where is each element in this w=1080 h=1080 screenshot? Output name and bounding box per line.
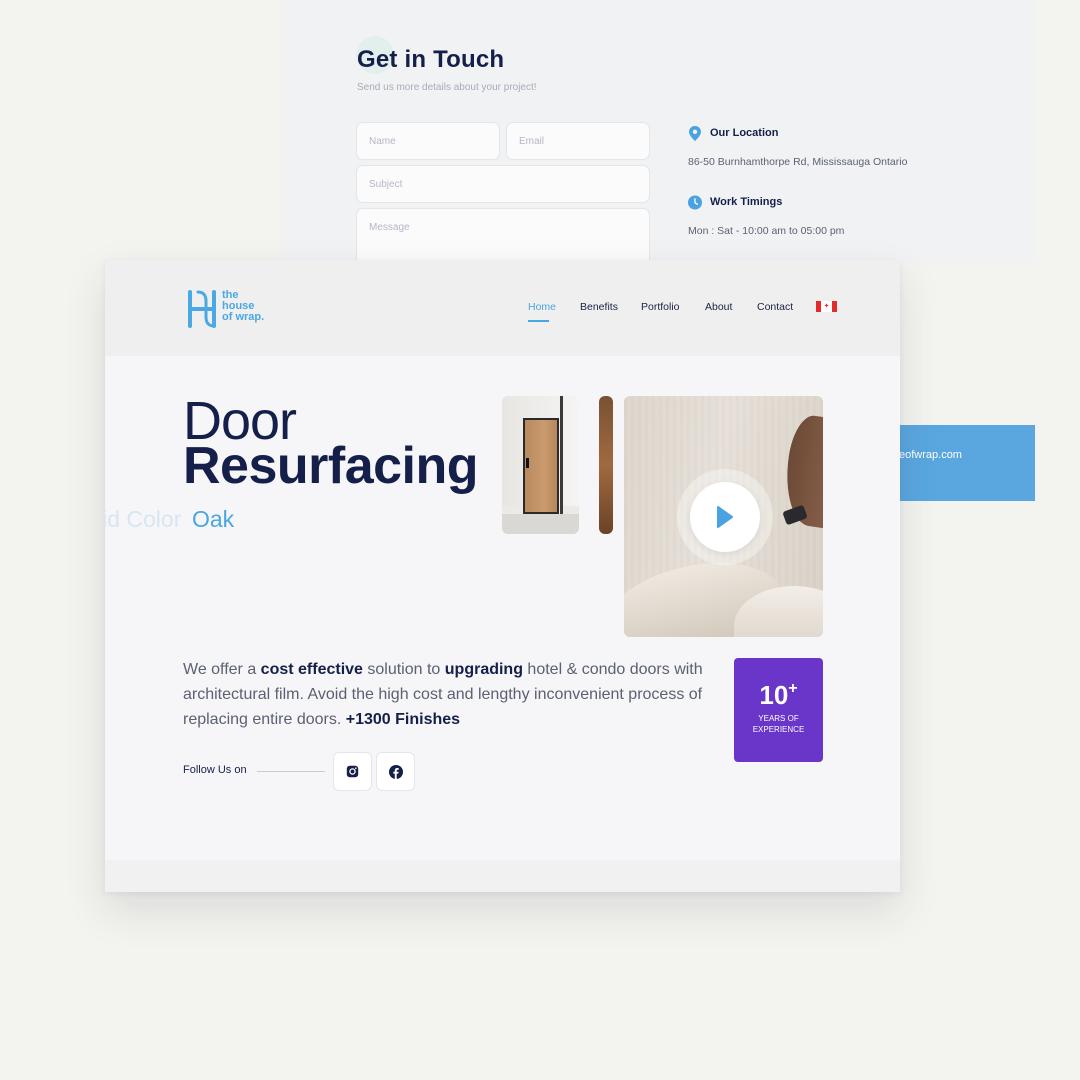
- logo-line-3: of wrap.: [222, 311, 265, 323]
- section-divider-band: [105, 860, 900, 892]
- play-button[interactable]: [677, 469, 773, 565]
- instagram-icon: [346, 765, 359, 778]
- description-highlight: cost effective: [260, 661, 363, 678]
- email-field[interactable]: Email: [506, 122, 650, 160]
- nav-contact[interactable]: Contact: [757, 301, 793, 313]
- follow-label: Follow Us on: [183, 764, 247, 776]
- website-hero-card: the house of wrap. Home Benefits Portfol…: [105, 260, 900, 892]
- rotating-word-active: Oak: [192, 506, 235, 532]
- nav-about[interactable]: About: [705, 301, 732, 313]
- location-address: 86-50 Burnhamthorpe Rd, Mississauga Onta…: [688, 156, 908, 168]
- hero-title-bold: Resurfacing: [183, 437, 479, 495]
- nav-benefits[interactable]: Benefits: [580, 301, 618, 313]
- contact-subtitle: Send us more details about your project!: [357, 82, 537, 93]
- timings-text: Mon : Sat - 10:00 am to 05:00 pm: [688, 225, 845, 237]
- nav-active-indicator: [528, 320, 549, 322]
- rotating-word-faded: lid Color: [105, 506, 182, 532]
- badge-label: YEARS OF EXPERIENCE: [752, 714, 805, 734]
- site-header: the house of wrap. Home Benefits Portfol…: [105, 260, 900, 356]
- facebook-icon: [388, 764, 403, 779]
- location-pin-icon: [688, 125, 702, 141]
- logo-text: the house of wrap.: [222, 290, 282, 323]
- canada-flag-icon[interactable]: ✦: [816, 301, 837, 312]
- contact-title: Get in Touch: [357, 46, 505, 73]
- timings-title: Work Timings: [710, 196, 783, 208]
- description-highlight: +1300 Finishes: [345, 711, 461, 728]
- subject-field[interactable]: Subject: [356, 165, 650, 203]
- instagram-button[interactable]: [333, 752, 372, 791]
- wood-door-image[interactable]: [599, 396, 613, 534]
- experience-badge: 10+ YEARS OF EXPERIENCE: [734, 658, 823, 762]
- nav-portfolio[interactable]: Portfolio: [641, 301, 680, 313]
- divider: [257, 771, 325, 772]
- email-banner[interactable]: eofwrap.com: [895, 425, 1035, 501]
- name-field[interactable]: Name: [356, 122, 500, 160]
- facebook-button[interactable]: [376, 752, 415, 791]
- email-text[interactable]: eofwrap.com: [899, 449, 962, 461]
- video-thumbnail[interactable]: [624, 396, 823, 637]
- location-title: Our Location: [710, 127, 779, 139]
- play-icon: [717, 506, 733, 528]
- description-text: solution to: [362, 661, 445, 678]
- door-image[interactable]: [502, 396, 579, 534]
- description-highlight: upgrading: [444, 661, 523, 678]
- hero-description: We offer a cost effective solution to up…: [183, 657, 723, 732]
- clock-icon: [688, 195, 702, 209]
- description-text: We offer a: [183, 661, 261, 678]
- badge-number: 10+: [759, 680, 798, 710]
- nav-home[interactable]: Home: [528, 301, 556, 313]
